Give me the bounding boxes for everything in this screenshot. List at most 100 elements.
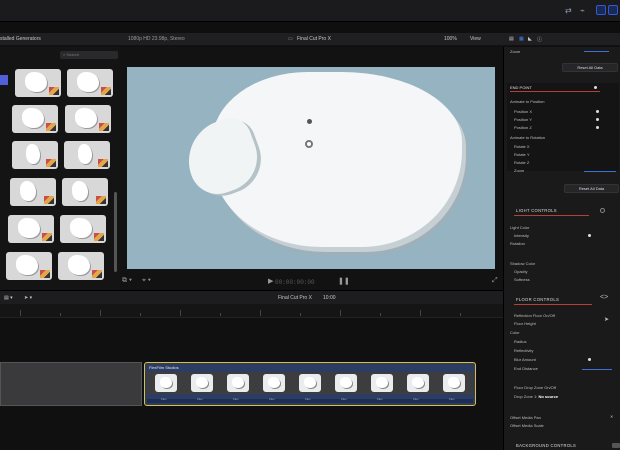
clip-frame xyxy=(155,374,177,392)
end-point-header: END POINT xyxy=(510,85,532,90)
timeline-ruler[interactable] xyxy=(0,304,503,318)
shadow-color[interactable]: Shadow Color xyxy=(510,261,535,266)
clip-frame-label: Flex xyxy=(449,397,455,401)
position-y: Position Y xyxy=(514,117,532,122)
end-point-knob[interactable] xyxy=(594,86,597,89)
zoom-menu[interactable]: 100% xyxy=(444,36,457,42)
film-inspector-icon[interactable]: ▤ xyxy=(509,36,514,42)
generator-thumb[interactable] xyxy=(6,252,52,280)
light-toggle-icon[interactable] xyxy=(600,208,605,213)
share-icon[interactable]: ⇄ xyxy=(565,6,575,15)
blur-knob[interactable] xyxy=(588,358,591,361)
end-distance-slider[interactable] xyxy=(582,369,612,370)
close-icon[interactable]: ✕ xyxy=(610,414,613,419)
view-options-icon[interactable]: ⧉ ▾ xyxy=(122,277,132,285)
zoom-slider[interactable] xyxy=(584,51,609,52)
position-z-knob[interactable] xyxy=(596,126,599,129)
color[interactable]: Color xyxy=(510,330,520,335)
clip-frame xyxy=(227,374,249,392)
floor-drop-zone: Floor Drop Zone On/Off xyxy=(514,385,556,390)
position-point[interactable] xyxy=(307,119,312,124)
clip-frame xyxy=(299,374,321,392)
enhance-icon[interactable]: ⌖ ▾ xyxy=(142,277,151,285)
floor-controls-header[interactable]: FLOOR CONTROLS xyxy=(516,297,559,302)
generator-thumb[interactable] xyxy=(8,215,54,243)
position-x-knob[interactable] xyxy=(596,110,599,113)
background-controls-header[interactable]: BACKGROUND CONTROLS xyxy=(516,443,576,448)
generator-thumb[interactable] xyxy=(10,178,56,206)
section-underline xyxy=(514,304,592,305)
end-distance: End Distance xyxy=(514,366,538,371)
timeline-title: Final Cut Pro X xyxy=(278,295,312,301)
search-input[interactable]: ⌕ Search xyxy=(60,51,118,59)
inspector-toggle-icon[interactable] xyxy=(608,5,618,15)
reflectivity: Reflectivity xyxy=(514,348,534,353)
gap-clip[interactable] xyxy=(0,362,142,406)
opacity: Opacity xyxy=(514,269,528,274)
layout-icon[interactable] xyxy=(596,5,606,15)
generator-thumb[interactable] xyxy=(62,178,108,206)
reset-all-data-button-2[interactable]: Reset All Data xyxy=(564,184,619,193)
clip-frame xyxy=(443,374,465,392)
filter-icon[interactable]: ◣ xyxy=(528,36,532,42)
fullscreen-icon[interactable]: ⤢ xyxy=(492,277,498,285)
inspector: Zoom Reset All Data END POINT Animate to… xyxy=(503,47,620,450)
drop-zone-source[interactable]: No source xyxy=(538,394,558,399)
zoom-slider-2[interactable] xyxy=(584,171,616,172)
info-icon[interactable]: ⓘ xyxy=(537,36,542,43)
browser-title: stalled Generators xyxy=(0,36,41,42)
generator-thumb[interactable] xyxy=(60,215,106,243)
generator-thumb[interactable] xyxy=(15,69,61,97)
view-menu[interactable]: View xyxy=(470,36,481,42)
viewer: ⧉ ▾ ⌖ ▾ ▶ 00:00:00:00 ❚❚ ⤢ xyxy=(120,47,503,290)
cursor-icon: ➤ xyxy=(604,317,610,323)
generator-inspector-icon[interactable]: ▦ xyxy=(519,36,524,42)
selected-category[interactable] xyxy=(0,75,8,85)
reset-all-data-button[interactable]: Reset All Data xyxy=(562,63,618,72)
clip-filmstrip xyxy=(147,372,473,394)
animate-rotation[interactable]: Animate to Rotation xyxy=(510,135,545,140)
clip-frame-label: Flex xyxy=(413,397,419,401)
clip-name: FlexFilm Studios xyxy=(149,365,179,370)
blur-amount: Blur Amount xyxy=(514,357,536,362)
animate-position[interactable]: Animate to Position xyxy=(510,99,544,104)
browser-scrollbar[interactable] xyxy=(114,192,117,272)
generator-thumb[interactable] xyxy=(12,105,58,133)
light-controls-header[interactable]: LIGHT CONTROLS xyxy=(516,208,557,213)
rotate-x: Rotate X xyxy=(514,144,530,149)
background-toggle[interactable] xyxy=(612,443,620,448)
select-tool-icon[interactable]: ➤ ▾ xyxy=(24,295,32,301)
generator-thumb[interactable] xyxy=(65,105,111,133)
clip-frame-label: Flex xyxy=(269,397,275,401)
position-y-knob[interactable] xyxy=(596,118,599,121)
generator-browser: ⌕ Search xyxy=(0,47,120,290)
radius: Radius xyxy=(514,339,527,344)
generator-thumb[interactable] xyxy=(12,141,58,169)
zoom-label-2: Zoom xyxy=(514,168,525,173)
target-handle[interactable] xyxy=(305,140,313,148)
play-icon[interactable]: ▶ xyxy=(268,277,273,285)
intensity-knob[interactable] xyxy=(588,234,591,237)
generator-clip[interactable]: FlexFilm Studios Flex Flex Flex Flex Flex Fle… xyxy=(144,362,476,406)
rotate-z: Rotate Z xyxy=(514,160,530,165)
clip-frame-label: Flex xyxy=(197,397,203,401)
clip-frame xyxy=(191,374,213,392)
toolbar: stalled Generators 1080p HD 23.98p, Ster… xyxy=(0,33,620,46)
rotation[interactable]: Rotation xyxy=(510,241,525,246)
timeline-toolbar: ▤ ▾ ➤ ▾ Final Cut Pro X 10:00 xyxy=(0,290,503,304)
expand-icon[interactable]: <> xyxy=(600,294,608,301)
pause-icon[interactable]: ❚❚ xyxy=(338,277,350,285)
viewer-canvas[interactable] xyxy=(127,67,495,269)
generator-thumb[interactable] xyxy=(67,69,113,97)
film-icon: ▭ xyxy=(288,36,293,42)
offset-media-scale[interactable]: Offset Media Scale xyxy=(510,423,544,428)
timeline-area[interactable]: FlexFilm Studios Flex Flex Flex Flex Flex Fle… xyxy=(0,318,503,450)
generator-thumb[interactable] xyxy=(58,252,104,280)
clip-frame-label: Flex xyxy=(341,397,347,401)
clip-appearance-icon[interactable]: ▤ ▾ xyxy=(4,295,13,301)
title-bar: ⇄ ⌁ xyxy=(0,0,620,22)
light-color[interactable]: Light Color xyxy=(510,225,529,230)
keyword-icon[interactable]: ⌁ xyxy=(580,6,590,15)
offset-media-pan[interactable]: Offset Media Pan xyxy=(510,415,541,420)
generator-thumb[interactable] xyxy=(64,141,110,169)
